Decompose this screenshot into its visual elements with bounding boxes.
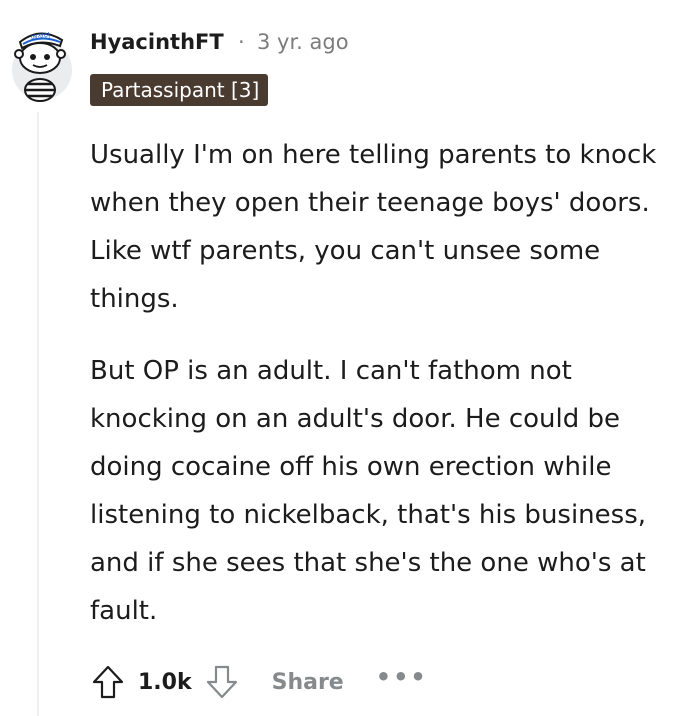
snoo-sailor-avatar-icon: 애정이	[12, 31, 72, 102]
timestamp[interactable]: 3 yr. ago	[257, 30, 349, 54]
user-flair: Partassipant [3]	[90, 74, 269, 106]
downvote-button[interactable]	[198, 658, 246, 706]
more-options-button[interactable]: •••	[376, 663, 428, 691]
vote-count: 1.0k	[138, 669, 192, 695]
comment-actions: 1.0k Share •••	[84, 657, 428, 707]
comment-paragraph: But OP is an adult. I can't fathom not k…	[90, 356, 647, 626]
thread-line[interactable]	[37, 112, 39, 716]
comment-body: Usually I'm on here telling parents to k…	[90, 131, 690, 659]
upvote-arrow-icon	[92, 665, 124, 699]
user-avatar[interactable]: 애정이	[8, 12, 72, 104]
upvote-button[interactable]	[84, 658, 132, 706]
share-button[interactable]: Share	[272, 670, 344, 695]
meta-separator: ·	[238, 30, 245, 54]
username[interactable]: HyacinthFT	[90, 30, 224, 54]
downvote-arrow-icon	[206, 665, 237, 699]
comment-paragraph: Usually I'm on here telling parents to k…	[90, 140, 657, 314]
